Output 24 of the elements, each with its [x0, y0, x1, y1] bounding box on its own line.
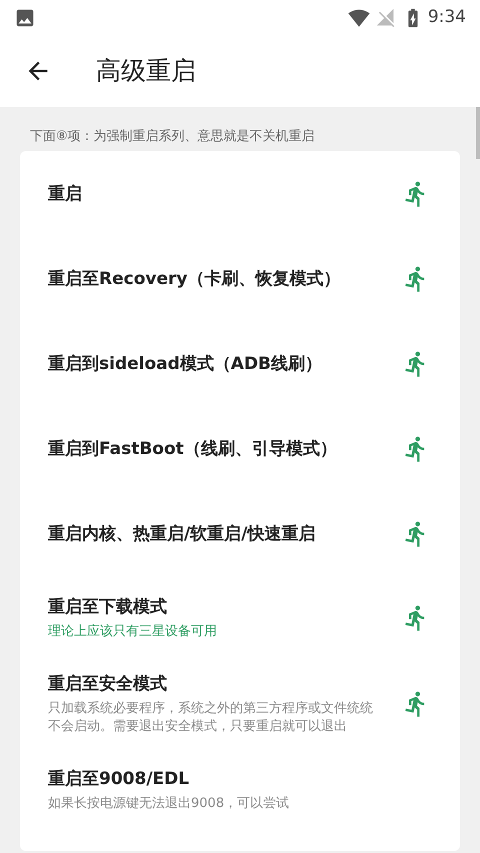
option-description: 如果长按电源键无法退出9008，可以尝试: [48, 795, 290, 813]
option-title: 重启至安全模式: [48, 673, 168, 696]
option-title: 重启至Recovery（卡刷、恢复模式）: [48, 268, 342, 290]
reboot-option[interactable]: 重启内核、热重启/软重启/快速重启: [20, 491, 460, 576]
option-title: 重启内核、热重启/软重启/快速重启: [48, 522, 316, 546]
clock: 9:34: [428, 6, 466, 29]
reboot-option[interactable]: 重启到sideload模式（ADB线刷）: [20, 321, 460, 406]
option-title: 重启: [48, 182, 83, 206]
reboot-option[interactable]: 重启: [20, 151, 460, 236]
reboot-option[interactable]: 重启至下载模式 理论上应该只有三星设备可用: [20, 576, 460, 660]
reboot-option[interactable]: 重启到FastBoot（线刷、引导模式）: [20, 406, 460, 491]
page-title: 高级重启: [96, 55, 196, 88]
option-description: 只加载系统必要程序，系统之外的第三方程序或文件统统不会启动。需要退出安全模式，只要重启就可以退出: [48, 700, 374, 736]
no-sim-icon: [376, 8, 396, 28]
option-title: 重启到FastBoot（线刷、引导模式）: [48, 438, 338, 460]
option-title: 重启至下载模式: [48, 596, 168, 619]
reboot-option[interactable]: 重启至Recovery（卡刷、恢复模式）: [20, 236, 460, 321]
section-caption: 下面⑧项：为强制重启系列、意思就是不关机重启: [29, 128, 316, 146]
reboot-option[interactable]: 重启至安全模式 只加载系统必要程序，系统之外的第三方程序或文件统统不会启动。需要退出安全模式，只要重启就可以退出: [20, 660, 460, 748]
option-description: 理论上应该只有三星设备可用: [48, 623, 218, 641]
option-title: 重启至9008/EDL: [48, 768, 190, 791]
reboot-option[interactable]: 重启至9008/EDL 如果长按电源键无法退出9008，可以尝试: [20, 748, 460, 832]
scrollbar: [476, 107, 480, 159]
option-title: 重启到sideload模式（ADB线刷）: [48, 352, 324, 376]
